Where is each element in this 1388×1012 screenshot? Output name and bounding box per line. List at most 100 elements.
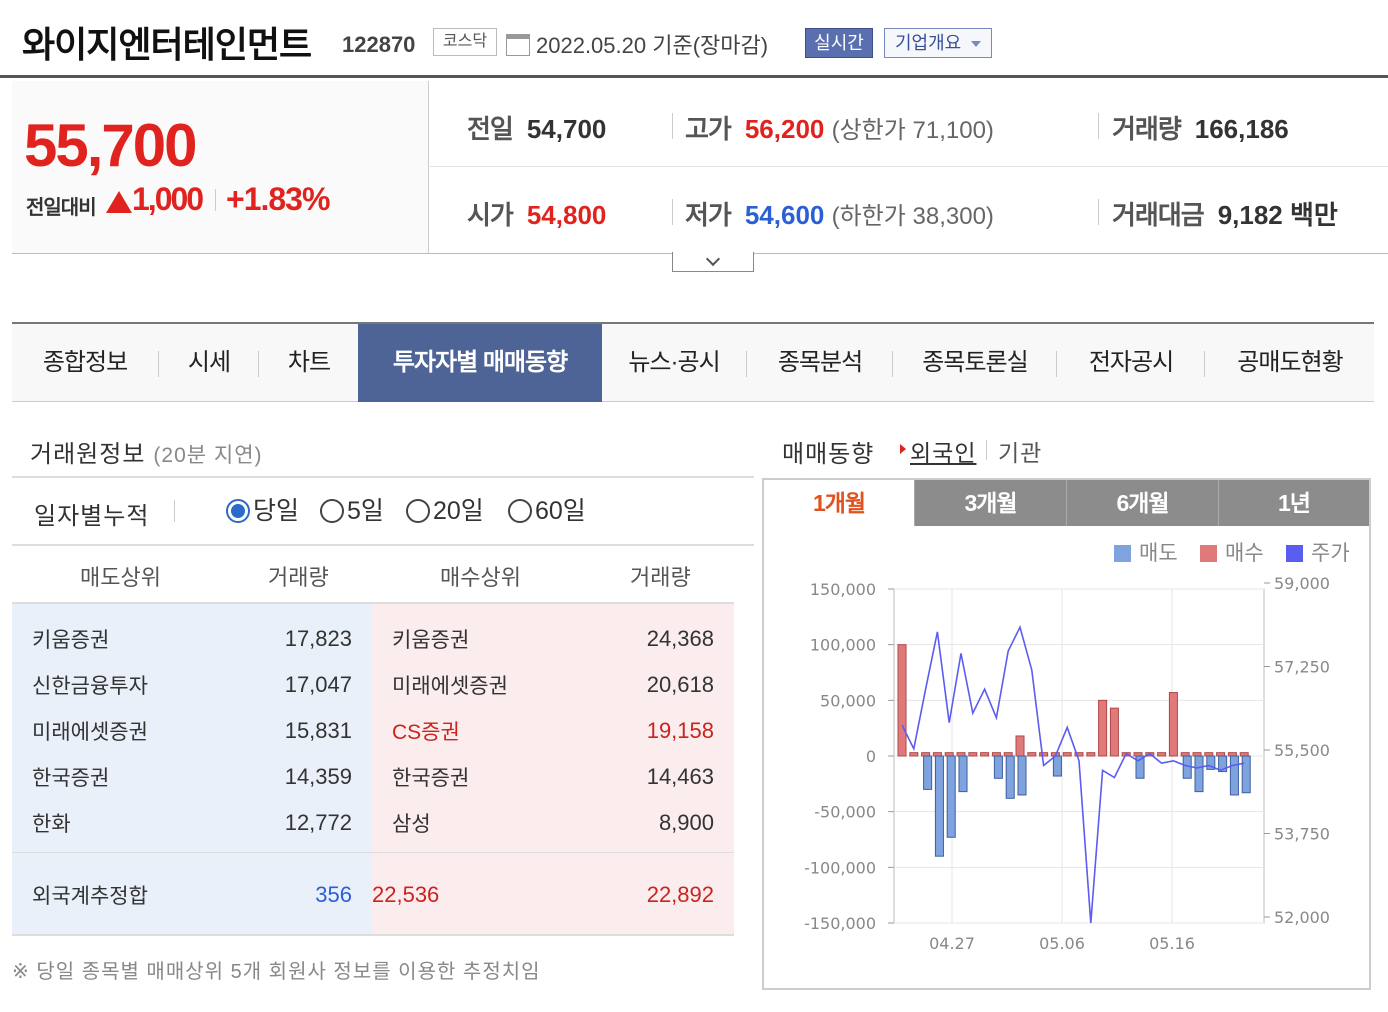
footnote: ※ 당일 종목별 매매상위 5개 회원사 정보를 이용한 추정치임 [12, 961, 541, 983]
radio-icon [406, 499, 430, 523]
radio-icon [320, 499, 344, 523]
period-tab-6m[interactable]: 6개월 [1066, 480, 1218, 526]
divider [158, 351, 159, 377]
legend-buy: 매수 [1200, 537, 1264, 567]
sell-broker-volume: 15,831 [284, 718, 352, 743]
sell-broker-volume: 14,359 [284, 764, 352, 789]
sell-broker-name: 한화 [32, 813, 71, 836]
realtime-button[interactable]: 실시간 [805, 28, 873, 58]
divider [12, 476, 754, 478]
tab-short-selling[interactable]: 공매도현황 [1206, 324, 1374, 402]
legend-price: 주가 [1286, 537, 1350, 567]
cumulative-label: 일자별누적 [34, 503, 150, 530]
divider [746, 351, 747, 377]
divider [892, 351, 893, 377]
sell-broker-volume: 12,772 [284, 810, 352, 835]
market-badge: 코스닥 [433, 28, 497, 56]
buy-broker-volume: 20,618 [646, 672, 714, 697]
up-triangle-icon [106, 191, 132, 213]
legend-swatch [1286, 545, 1303, 562]
divider [1204, 351, 1205, 377]
prev-close: 전일 54,700 [467, 114, 607, 144]
radio-today[interactable]: 당일 [226, 496, 299, 526]
arrow-right-icon [900, 444, 906, 454]
sell-volume-header: 거래량 [268, 565, 329, 590]
company-name: 와이지엔터테인먼트 [22, 24, 312, 65]
divider [1056, 351, 1057, 377]
change-label: 전일대비 [26, 197, 97, 219]
sell-broker-name: 한국증권 [32, 767, 110, 790]
divider [258, 351, 259, 377]
legend-sell: 매도 [1114, 537, 1178, 567]
sell-broker-volume: 17,823 [284, 626, 352, 651]
tab-overview[interactable]: 종합정보 [12, 324, 158, 402]
divider [12, 852, 734, 853]
company-overview-label: 기업개요 [895, 33, 962, 53]
period-tab-3m[interactable]: 3개월 [914, 480, 1066, 526]
divider [215, 189, 216, 211]
buy-broker-volume: 19,158 [646, 718, 714, 743]
buy-broker-name: 키움증권 [392, 629, 470, 652]
divider [174, 500, 175, 522]
buy-broker-volume: 14,463 [646, 764, 714, 789]
foreign-total-label: 외국계추정합 [32, 885, 148, 908]
legend-swatch [1114, 545, 1131, 562]
buy-broker-volume: 8,900 [658, 810, 714, 835]
tab-investor-trend[interactable]: 투자자별 매매동향 [358, 324, 602, 402]
chevron-down-icon [705, 251, 721, 267]
investor-foreign-link[interactable]: 외국인 [910, 434, 976, 468]
buy-volume-header: 거래량 [630, 565, 691, 590]
legend-swatch [1200, 545, 1217, 562]
tab-disclosure[interactable]: 전자공시 [1058, 324, 1204, 402]
tab-chart[interactable]: 차트 [260, 324, 358, 402]
dropdown-arrow-icon [971, 41, 981, 47]
investor-institution-link[interactable]: 기관 [998, 434, 1042, 468]
radio-5day[interactable]: 5일 [320, 496, 384, 526]
period-tab-1y[interactable]: 1년 [1218, 480, 1369, 526]
tab-discussion[interactable]: 종목토론실 [894, 324, 1056, 402]
trade-amount: 거래대금 9,182 백만 [1112, 200, 1338, 230]
tab-analysis[interactable]: 종목분석 [748, 324, 892, 402]
main-tabs: 종합정보 시세 차트 투자자별 매매동향 뉴스·공시 종목분석 종목토론실 전자… [12, 322, 1374, 402]
volume: 거래량 166,186 [1112, 114, 1289, 144]
divider [430, 166, 1388, 167]
foreign-net: 356 [315, 882, 352, 907]
high-price: 고가 56,200 (상한가 71,100) [685, 114, 994, 144]
radio-20day[interactable]: 20일 [406, 496, 484, 526]
divider [672, 199, 673, 225]
sell-broker-name: 미래에셋증권 [32, 721, 148, 744]
divider [12, 544, 754, 546]
foreign-sell-total: 22,536 [372, 882, 440, 907]
radio-icon [508, 499, 532, 523]
divider [986, 440, 987, 460]
change-value: 1,000 [132, 181, 204, 217]
tab-quotes[interactable]: 시세 [160, 324, 258, 402]
stock-header: 와이지엔터테인먼트 122870 코스닥 2022.05.20 기준(장마감) … [0, 0, 1388, 78]
sell-broker-volume: 17,047 [284, 672, 352, 697]
radio-60day[interactable]: 60일 [508, 496, 586, 526]
sell-broker-name: 키움증권 [32, 629, 110, 652]
company-overview-dropdown[interactable]: 기업개요 [884, 28, 992, 58]
stock-code: 122870 [342, 32, 416, 57]
buy-broker-volume: 24,368 [646, 626, 714, 651]
buy-broker-name: CS증권 [392, 721, 460, 744]
current-price: 55,700 [24, 112, 198, 179]
tab-news[interactable]: 뉴스·공시 [602, 324, 746, 402]
open-price: 시가 54,800 [467, 200, 607, 230]
buy-broker-name: 미래에셋증권 [392, 675, 508, 698]
buy-top-header: 매수상위 [440, 565, 521, 590]
period-tab-1m[interactable]: 1개월 [764, 480, 914, 526]
calendar-icon [506, 34, 530, 56]
base-date: 2022.05.20 기준(장마감) [536, 33, 769, 58]
expand-toggle[interactable] [672, 251, 754, 272]
current-price-box: 55,700 전일대비 1,000 +1.83% [12, 81, 429, 253]
buy-broker-name: 한국증권 [392, 767, 470, 790]
sell-broker-name: 신한금융투자 [32, 675, 148, 698]
divider [1098, 113, 1099, 139]
divider [1098, 199, 1099, 225]
price-summary: 55,700 전일대비 1,000 +1.83% 전일 54,700 고가 56,2… [12, 81, 1388, 254]
foreign-buy-total: 22,892 [646, 882, 714, 907]
divider [12, 934, 734, 936]
broker-section-title: 거래원정보 (20분 지연) [30, 441, 263, 468]
buy-broker-name: 삼성 [392, 813, 431, 836]
